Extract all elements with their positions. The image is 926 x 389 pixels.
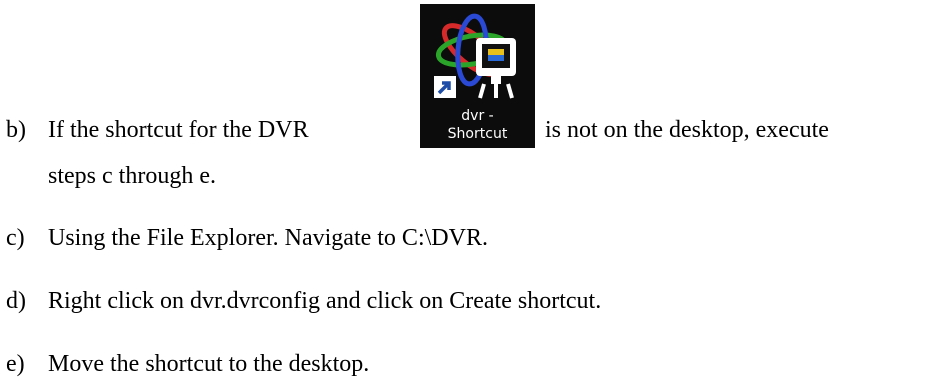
step-text: steps c through e. (48, 163, 216, 189)
step-text: Move the shortcut to the desktop. (48, 351, 370, 377)
step-text: Using the File Explorer. Navigate to C:\… (48, 225, 488, 251)
step-marker: e) (6, 351, 25, 377)
step-marker: d) (6, 288, 26, 314)
step-marker: b) (6, 117, 26, 143)
step-text: If the shortcut for the DVR (48, 117, 309, 143)
step-marker: c) (6, 225, 25, 251)
step-text: is not on the desktop, execute (545, 117, 829, 143)
dvr-program-icon (434, 13, 516, 99)
shortcut-arrow-icon (434, 76, 456, 98)
step-b: b) If the shortcut for the DVR is not on… (0, 116, 926, 144)
step-text: Right click on dvr.dvrconfig and click o… (48, 288, 602, 314)
